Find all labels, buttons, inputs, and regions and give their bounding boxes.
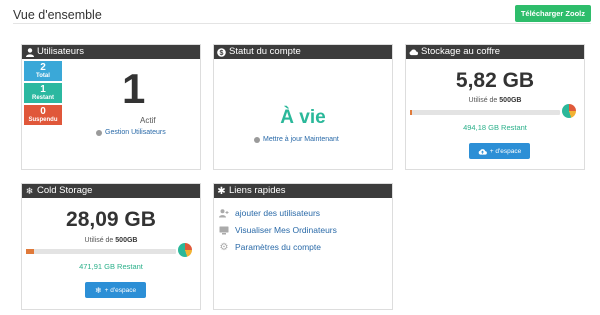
info-icon <box>254 136 260 143</box>
users-card-header: Utilisateurs <box>22 45 200 59</box>
quick-link-account-settings[interactable]: ⚙ Paramètres du compte <box>219 241 321 253</box>
quick-link-computers-label: Visualiser Mes Ordinateurs <box>235 225 337 235</box>
stat-suspended-value: 0 <box>40 106 46 117</box>
account-status-card: $ Statut du compte À vie Mettre à jour M… <box>213 44 393 170</box>
cloud-icon <box>409 48 418 57</box>
stat-total-value: 2 <box>40 62 46 73</box>
vault-add-space-label: + d'espace <box>489 147 522 155</box>
snowflake-icon: ❄ <box>94 285 102 295</box>
cold-card-title: Cold Storage <box>37 185 93 196</box>
cold-card-header: ❄ Cold Storage <box>22 184 200 198</box>
header-divider <box>13 23 591 24</box>
svg-text:$: $ <box>220 50 224 57</box>
cold-add-space-label: + d'espace <box>104 286 137 294</box>
quick-link-account-settings-label: Paramètres du compte <box>235 242 321 252</box>
quick-link-add-users[interactable]: ajouter des utilisateurs <box>219 208 320 218</box>
stat-remaining-label: Restant <box>31 95 54 101</box>
stat-suspended-label: Suspendu <box>28 117 58 123</box>
users-card: Utilisateurs 2 Total 1 Restant 0 Suspend… <box>21 44 201 170</box>
vault-storage-card: Stockage au coffre 5,82 GB Utilisé de 50… <box>405 44 585 170</box>
vault-card-header: Stockage au coffre <box>406 45 584 59</box>
quick-links-header: ✱ Liens rapides <box>214 184 392 198</box>
upgrade-link[interactable]: Mettre à jour Maintenant <box>254 136 339 143</box>
cold-add-space-button[interactable]: ❄ + d'espace <box>85 282 146 298</box>
vault-usage-pie-icon <box>562 104 576 118</box>
page-title: Vue d'ensemble <box>13 8 102 22</box>
cold-remaining: 471,91 GB Restant <box>79 262 143 271</box>
quick-link-add-users-label: ajouter des utilisateurs <box>235 208 321 218</box>
users-card-title: Utilisateurs <box>37 46 84 57</box>
user-icon <box>25 47 34 57</box>
stat-remaining[interactable]: 1 Restant <box>24 83 62 103</box>
quick-links-title: Liens rapides <box>229 185 286 196</box>
cold-storage-card: ❄ Cold Storage 28,09 GB Utilisé de 500GB… <box>21 183 201 310</box>
upgrade-link-text: Mettre à jour Maintenant <box>263 136 339 143</box>
vault-remaining: 494,18 GB Restant <box>463 123 527 132</box>
vault-card-title: Stockage au coffre <box>421 46 501 57</box>
add-user-icon <box>219 208 229 218</box>
cold-used-value: 28,09 GB <box>66 208 156 231</box>
manage-users-link-text: Gestion Utilisateurs <box>105 129 166 136</box>
snowflake-icon: ❄ <box>25 185 34 196</box>
cold-used-caption: Utilisé de 500GB <box>22 237 200 244</box>
account-status-value: À vie <box>280 107 326 128</box>
asterisk-icon: ✱ <box>217 185 226 197</box>
account-card-title: Statut du compte <box>229 46 301 57</box>
vault-used-caption: Utilisé de 500GB <box>406 97 584 104</box>
vault-add-space-button[interactable]: + d'espace <box>469 143 530 159</box>
vault-total: 500GB <box>499 97 522 104</box>
cold-progress-bar <box>26 249 176 254</box>
download-button[interactable]: Télécharger Zoolz <box>514 5 591 22</box>
vault-progress-fill <box>410 110 412 115</box>
computer-icon <box>219 226 229 235</box>
cloud-upload-icon <box>478 148 487 155</box>
stat-total[interactable]: 2 Total <box>24 61 62 81</box>
vault-progress-bar <box>410 110 560 115</box>
manage-users-link[interactable]: Gestion Utilisateurs <box>96 129 166 136</box>
cold-used-prefix: Utilisé de <box>84 237 114 244</box>
vault-used-prefix: Utilisé de <box>468 97 498 104</box>
active-count: 1 <box>122 65 146 112</box>
active-label: Actif <box>140 116 156 125</box>
cold-usage-pie-icon <box>178 243 192 257</box>
info-icon <box>96 129 102 136</box>
dollar-icon: $ <box>217 47 226 57</box>
quick-link-computers[interactable]: Visualiser Mes Ordinateurs <box>219 225 337 235</box>
vault-used-value: 5,82 GB <box>455 69 535 92</box>
account-card-header: $ Statut du compte <box>214 45 392 59</box>
stat-suspended[interactable]: 0 Suspendu <box>24 105 62 125</box>
cold-total: 500GB <box>115 237 138 244</box>
cold-progress-fill <box>26 249 35 254</box>
stat-remaining-value: 1 <box>40 84 46 95</box>
quick-links-card: ✱ Liens rapides ajouter des utilisateurs… <box>213 183 393 310</box>
gear-icon: ⚙ <box>219 241 229 253</box>
stat-total-label: Total <box>36 73 50 79</box>
